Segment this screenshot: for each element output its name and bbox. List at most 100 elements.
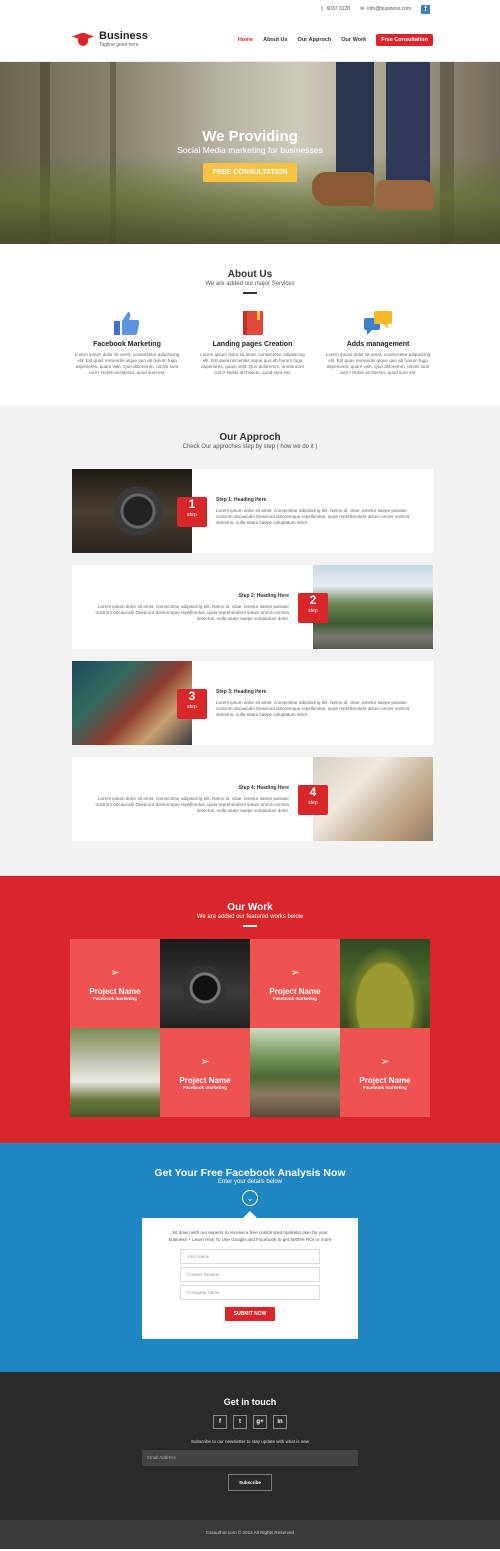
submit-button[interactable]: SUBMIT NOW — [224, 1307, 276, 1321]
approach-subtitle: Check Our approches step by step ( how w… — [182, 444, 318, 450]
graduation-cap-icon — [72, 33, 94, 47]
service-text: Lorem ipsum dolor sit amet, consectetur … — [74, 352, 180, 375]
twitter-icon[interactable]: t — [233, 1415, 247, 1429]
work-subtitle: We are added our featured works below — [196, 914, 304, 920]
nav-home[interactable]: Home — [238, 37, 253, 43]
analysis-section: Get Your Free Facebook Analysis Now Ente… — [0, 1143, 500, 1372]
service-title: Adds management — [346, 341, 410, 348]
step-description: Lorem ipsum dolor sit amet, consectetur … — [95, 604, 289, 621]
main-nav: Home About Us Our Approch Our Work Free … — [238, 33, 433, 46]
thumbs-up-icon — [73, 309, 181, 337]
project-name: Project Name — [269, 987, 321, 996]
facebook-icon[interactable]: f — [421, 4, 430, 14]
google-plus-icon[interactable]: g+ — [253, 1415, 267, 1429]
nav-our-work[interactable]: Our Work — [341, 37, 366, 43]
contact-title: Get in touch — [223, 1397, 277, 1407]
services-list: Facebook Marketing Lorem ipsum dolor sit… — [0, 309, 500, 376]
subscribe-button[interactable]: Subscribe — [228, 1474, 272, 1491]
step-number-badge: 4 step — [298, 785, 328, 815]
copyright-text: Cssauthor.com © 2014 All Rights Reserved — [205, 1530, 295, 1535]
about-subtitle: We are added our major Services — [205, 281, 295, 287]
step-heading: Step 4: Heading Here — [238, 785, 289, 791]
work-section: Our Work We are added our featured works… — [0, 876, 500, 1143]
step-description: Lorem ipsum dolor sit amet, consectetur … — [216, 700, 410, 717]
contact-number-input[interactable]: Contact Number — [180, 1267, 320, 1282]
step-card: 3 step Step 3: Heading Here Lorem ipsum d… — [72, 661, 433, 745]
step-label: step — [308, 608, 318, 614]
project-category: Facebook marketing — [363, 1085, 407, 1090]
header: Business Tagline goes here Home About Us… — [0, 18, 500, 62]
step-number: 3 — [188, 689, 196, 703]
step-label: step — [187, 704, 197, 710]
social-links: f t g+ in — [0, 1415, 500, 1429]
step-label: step — [187, 512, 197, 518]
phone-info: ▯ 6037 3128 — [320, 6, 351, 12]
service-title: Facebook Marketing — [93, 341, 161, 348]
analysis-title: Get Your Free Facebook Analysis Now — [154, 1167, 346, 1179]
analysis-form: Sit down with our experts to receive a f… — [142, 1211, 358, 1339]
name-input[interactable]: Your Name — [180, 1249, 320, 1264]
about-section: About Us We are added our major Services… — [0, 244, 500, 406]
hero-text: We Providing Social Media marketing for … — [0, 129, 500, 182]
email-info[interactable]: ✉ info@business.com — [360, 6, 411, 12]
paper-plane-icon: ➢ — [380, 1056, 390, 1068]
project-tile[interactable]: ➢ Project Name Facebook marketing — [340, 1028, 430, 1117]
free-consultation-button[interactable]: Free Consultation — [376, 33, 433, 46]
service-text: Lorem ipsum dolor sit amet, consectetur … — [200, 352, 305, 375]
paper-plane-icon: ➢ — [200, 1056, 210, 1068]
project-tile[interactable]: ➢ Project Name Facebook marketing — [160, 1028, 250, 1117]
project-photo-pier[interactable] — [70, 1028, 160, 1117]
facebook-icon[interactable]: f — [213, 1415, 227, 1429]
logo[interactable]: Business Tagline goes here — [72, 31, 148, 48]
step-number-badge: 1 step — [177, 497, 207, 527]
paper-plane-icon: ➢ — [110, 967, 120, 979]
step-heading: Step 2: Heading Here — [238, 593, 289, 599]
approach-title: Our Approch — [219, 432, 281, 443]
project-photo-mossy-rock[interactable] — [340, 939, 430, 1028]
company-name-input[interactable]: Company Name — [180, 1285, 320, 1300]
nav-about-us[interactable]: About Us — [263, 37, 287, 43]
step-number-badge: 3 step — [177, 689, 207, 719]
project-name: Project Name — [89, 987, 141, 996]
step-heading: Step 1: Heading Here — [216, 497, 267, 503]
about-title: About Us — [227, 269, 273, 280]
mail-icon: ✉ — [360, 6, 365, 12]
section-divider — [243, 925, 257, 927]
step-heading: Step 3: Heading Here — [216, 689, 267, 695]
analysis-subtitle: Enter your details below — [217, 1179, 283, 1185]
approach-section: Our Approch Check Our approches step by … — [0, 406, 500, 876]
step-card: 1 step Step 1: Heading Here Lorem ipsum d… — [72, 469, 433, 553]
project-category: Facebook marketing — [93, 996, 137, 1001]
service-item: Adds management Lorem ipsum dolor sit am… — [324, 309, 432, 376]
chat-bubbles-icon — [324, 309, 432, 337]
step-card: 2 step Step 2: Heading Here Lorem ipsum d… — [72, 565, 433, 649]
newsletter-email-input[interactable]: Email Address — [142, 1450, 358, 1466]
section-divider — [243, 292, 257, 294]
newsletter-text: Subscribe to our newsletter to stay upda… — [190, 1439, 310, 1444]
project-photo-forest-path[interactable] — [250, 1028, 340, 1117]
step-text: Step 1: Heading Here Lorem ipsum dolor s… — [192, 469, 433, 553]
project-tile[interactable]: ➢ Project Name Facebook marketing — [70, 939, 160, 1028]
step-number: 4 — [309, 785, 317, 799]
steps-list: 1 step Step 1: Heading Here Lorem ipsum d… — [0, 469, 500, 841]
step-image-desk — [313, 757, 433, 841]
step-number: 2 — [309, 593, 317, 607]
nav-our-approch[interactable]: Our Approch — [298, 37, 332, 43]
step-image-camera — [72, 469, 192, 553]
step-number: 1 — [188, 497, 196, 511]
step-number-badge: 2 step — [298, 593, 328, 623]
step-image-mountain-road — [313, 565, 433, 649]
brand-name: Business — [99, 30, 148, 42]
project-category: Facebook marketing — [183, 1085, 227, 1090]
hero-consultation-button[interactable]: FREE CONSULTATION — [202, 163, 298, 182]
step-card: 4 step Step 4: Heading Here Lorem ipsum d… — [72, 757, 433, 841]
service-title: Landing pages Creation — [212, 341, 293, 348]
form-intro: Sit down with our experts to receive a f… — [168, 1230, 332, 1242]
portfolio-grid: ➢ Project Name Facebook marketing ➢ Proj… — [70, 939, 430, 1117]
linkedin-icon[interactable]: in — [273, 1415, 287, 1429]
project-photo-camera[interactable] — [160, 939, 250, 1028]
work-title: Our Work — [227, 902, 273, 913]
step-description: Lorem ipsum dolor sit amet, consectetur … — [95, 796, 289, 813]
service-item: Landing pages Creation Lorem ipsum dolor… — [199, 309, 307, 376]
project-tile[interactable]: ➢ Project Name Facebook marketing — [250, 939, 340, 1028]
